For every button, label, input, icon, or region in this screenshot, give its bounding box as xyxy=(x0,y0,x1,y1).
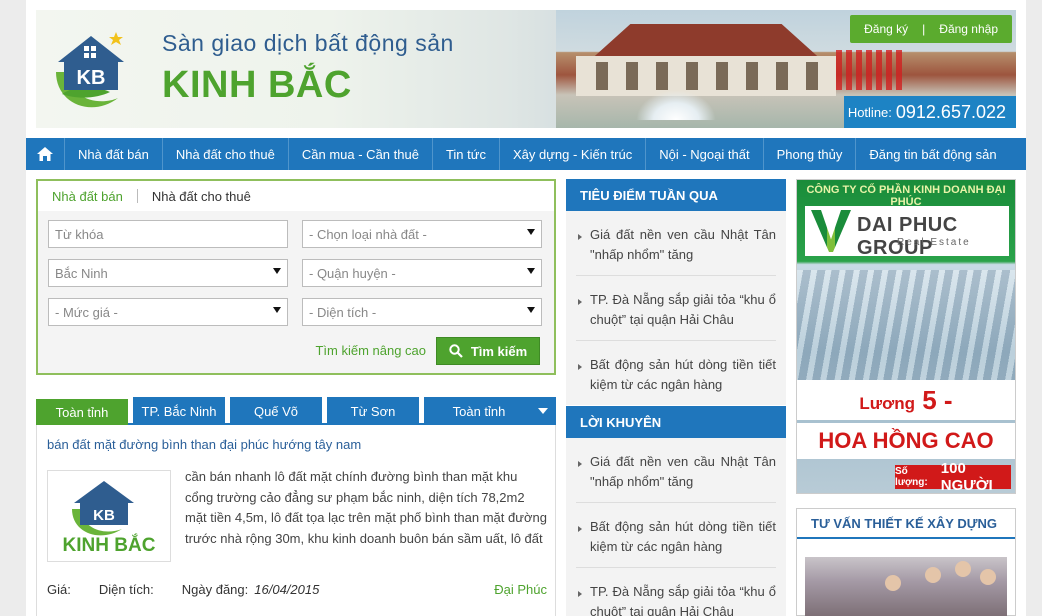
ad-quantity: Số lượng: 100 NGƯỜI xyxy=(895,460,1011,493)
ad-qty-label: Số lượng: xyxy=(895,466,928,488)
listing-area-label: Diện tích: xyxy=(98,582,154,597)
area-select[interactable]: - Diện tích - xyxy=(302,298,542,326)
area-value: - Diện tích - xyxy=(309,304,377,320)
price-select[interactable]: - Mức giá - xyxy=(48,298,288,326)
district-value: - Quận huyện - xyxy=(309,265,396,281)
consult-panel-title[interactable]: TƯ VẤN THIẾT KẾ XÂY DỰNG xyxy=(797,509,1015,539)
consult-photo[interactable] xyxy=(805,557,1007,616)
advice-panel: LỜI KHUYÊN Giá đất nền ven cầu Nhật Tân … xyxy=(566,406,786,616)
nav-item-tin-tuc[interactable]: Tin tức xyxy=(431,138,499,170)
tab-toan-tinh-dropdown[interactable]: Toàn tỉnh xyxy=(424,397,556,425)
ad-qty-value: 100 NGƯỜI xyxy=(940,460,993,494)
province-select[interactable]: Bắc Ninh xyxy=(48,259,288,287)
nav-item-nha-dat-cho-thue[interactable]: Nhà đất cho thuê xyxy=(161,138,288,170)
chevron-down-icon xyxy=(273,268,281,274)
focus-item[interactable]: Giá đất nền ven cầu Nhật Tân "nhấp nhổm"… xyxy=(576,211,776,276)
consult-panel: TƯ VẤN THIẾT KẾ XÂY DỰNG xyxy=(796,508,1016,616)
advice-list: Giá đất nền ven cầu Nhật Tân "nhấp nhổm"… xyxy=(566,438,786,616)
listing-thumbnail[interactable]: KB KINH BẮC xyxy=(47,470,171,562)
ad-salary-prefix: Lương xyxy=(859,394,915,413)
listing-title[interactable]: bán đất mặt đường bình than đại phúc hướ… xyxy=(47,437,361,452)
site-slogan: Sàn giao dịch bất động sản xyxy=(162,30,454,56)
tab-tp-bac-ninh[interactable]: TP. Bắc Ninh xyxy=(133,397,225,425)
region-tabs: Toàn tỉnh TP. Bắc Ninh Quế Võ Từ Sơn Toà… xyxy=(36,397,556,425)
login-link[interactable]: Đăng nhập xyxy=(935,22,1002,36)
advice-panel-title: LỜI KHUYÊN xyxy=(566,406,786,438)
home-icon[interactable] xyxy=(26,138,64,170)
page: KB Sàn giao dịch bất động sản KINH BẮC Đ… xyxy=(26,0,1026,616)
chevron-down-icon xyxy=(527,229,535,235)
search-button[interactable]: Tìm kiếm xyxy=(436,337,540,365)
district-select[interactable]: - Quận huyện - xyxy=(302,259,542,287)
ad-logo: DAI PHUC GROUP Real Estate xyxy=(805,206,1009,259)
listing-description: cần bán nhanh lô đất mặt chính đường bìn… xyxy=(185,469,547,546)
property-type-value: - Chọn loại nhà đất - xyxy=(309,226,427,242)
tab-tu-son[interactable]: Từ Sơn xyxy=(327,397,419,425)
recruitment-ad-banner[interactable]: CÔNG TY CỔ PHẦN KINH DOANH ĐẠI PHÚC DAI … xyxy=(796,179,1016,494)
listing-date-label: Ngày đăng: xyxy=(181,582,249,597)
search-button-label: Tìm kiếm xyxy=(470,343,528,359)
nav-item-noi-ngoai-that[interactable]: Nội - Ngoại thất xyxy=(645,138,762,170)
chevron-down-icon xyxy=(527,268,535,274)
banner-flags xyxy=(836,50,906,90)
listing-meta: Giá: Diện tích: Ngày đăng: 16/04/2015 Đạ… xyxy=(47,582,547,597)
listing-price-label: Giá: xyxy=(47,582,71,597)
listing-seller[interactable]: Đại Phúc xyxy=(494,582,547,597)
nav-item-nha-dat-ban[interactable]: Nhà đất bán xyxy=(64,138,162,170)
register-link[interactable]: Đăng ký xyxy=(860,22,912,36)
province-value: Bắc Ninh xyxy=(55,265,108,281)
advice-item[interactable]: Giá đất nền ven cầu Nhật Tân "nhấp nhổm"… xyxy=(576,438,776,503)
tab-que-vo[interactable]: Quế Võ xyxy=(230,397,322,425)
site-brand: KINH BẮC xyxy=(162,64,352,106)
listing-date: 16/04/2015 xyxy=(254,582,320,597)
hotline-label: Hotline: xyxy=(847,104,892,120)
advice-item[interactable]: TP. Đà Nẵng sắp giải tỏa “khu ổ chuột” t… xyxy=(576,568,776,616)
hotline-badge: Hotline: 0912.657.022 xyxy=(844,96,1016,128)
keyword-input[interactable]: Từ khóa xyxy=(48,220,288,248)
main-nav: Nhà đất bán Nhà đất cho thuê Cần mua - C… xyxy=(26,138,1026,170)
search-icon xyxy=(449,344,463,358)
advice-item[interactable]: Bất động sản hút dòng tiền tiết kiệm từ … xyxy=(576,503,776,568)
ad-salary: Lương 5 - 10tr/tháng xyxy=(797,380,1015,459)
dai-phuc-logo-icon xyxy=(811,210,851,252)
focus-panel-title: TIÊU ĐIỂM TUẦN QUA xyxy=(566,179,786,211)
tab-toan-tinh[interactable]: Toàn tỉnh xyxy=(36,399,128,425)
price-value: - Mức giá - xyxy=(55,304,118,320)
svg-text:KINH BẮC: KINH BẮC xyxy=(63,534,156,556)
banner-fountain xyxy=(636,90,716,120)
ad-city-image xyxy=(797,270,1015,380)
chevron-down-icon xyxy=(527,307,535,313)
listing-item: bán đất mặt đường bình than đại phúc hướ… xyxy=(36,425,556,616)
hotline-number[interactable]: 0912.657.022 xyxy=(896,102,1006,123)
focus-panel: TIÊU ĐIỂM TUẦN QUA Giá đất nền ven cầu N… xyxy=(566,179,786,405)
tab-nha-dat-ban[interactable]: Nhà đất bán xyxy=(38,189,137,204)
ad-real-estate: Real Estate xyxy=(897,237,971,248)
chevron-down-icon xyxy=(273,307,281,313)
nav-item-xay-dung-kien-truc[interactable]: Xây dựng - Kiến trúc xyxy=(498,138,645,170)
nav-item-dang-tin[interactable]: Đăng tin bất động sản xyxy=(855,138,1009,170)
advanced-search-link[interactable]: Tìm kiếm nâng cao xyxy=(315,343,426,358)
nav-item-can-mua-can-thue[interactable]: Cần mua - Cần thuê xyxy=(287,138,432,170)
svg-text:KB: KB xyxy=(93,507,115,524)
search-tabs: Nhà đất bán Nhà đất cho thuê xyxy=(38,181,554,211)
site-logo[interactable]: KB xyxy=(52,28,130,114)
tab-nha-dat-cho-thue[interactable]: Nhà đất cho thuê xyxy=(138,189,265,204)
ad-commission: HOA HỒNG CAO xyxy=(797,423,1015,459)
auth-bar: Đăng ký | Đăng nhập xyxy=(850,15,1012,43)
chevron-down-icon xyxy=(538,408,548,414)
focus-item[interactable]: TP. Đà Nẵng sắp giải tỏa “khu ổ chuột” t… xyxy=(576,276,776,341)
focus-item[interactable]: Bất động sản hút dòng tiền tiết kiệm từ … xyxy=(576,341,776,405)
focus-list: Giá đất nền ven cầu Nhật Tân "nhấp nhổm"… xyxy=(566,211,786,405)
auth-separator: | xyxy=(922,22,926,36)
svg-text:KB: KB xyxy=(77,67,106,89)
tab-toan-tinh-dropdown-label: Toàn tỉnh xyxy=(452,403,506,419)
nav-item-phong-thuy[interactable]: Phong thủy xyxy=(762,138,856,170)
search-box: Nhà đất bán Nhà đất cho thuê Từ khóa - C… xyxy=(36,179,556,375)
property-type-select[interactable]: - Chọn loại nhà đất - xyxy=(302,220,542,248)
ad-company: CÔNG TY CỔ PHẦN KINH DOANH ĐẠI PHÚC xyxy=(806,184,1006,208)
header-banner: KB Sàn giao dịch bất động sản KINH BẮC Đ… xyxy=(36,10,1016,128)
